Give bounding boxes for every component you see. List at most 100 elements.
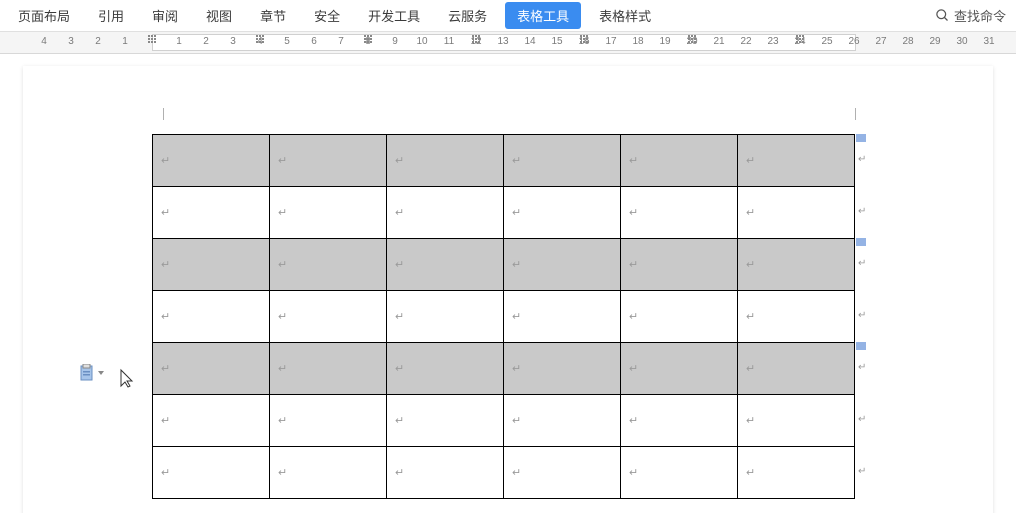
row-select-handle[interactable] [856, 238, 866, 246]
table-cell[interactable]: ↵ [504, 135, 621, 187]
table-cell[interactable]: ↵ [387, 291, 504, 343]
paragraph-mark-icon: ↵ [278, 467, 287, 479]
tab-stop-marker[interactable] [795, 35, 805, 49]
menu-table-tools[interactable]: 表格工具 [505, 2, 581, 29]
menu-cloud[interactable]: 云服务 [434, 0, 501, 31]
table-cell[interactable]: ↵ [153, 187, 270, 239]
menu-review[interactable]: 审阅 [138, 0, 192, 31]
paragraph-mark-icon: ↵ [395, 415, 404, 427]
paste-options-button[interactable] [79, 364, 104, 382]
table-cell[interactable]: ↵ [504, 447, 621, 499]
row-select-handle[interactable] [856, 134, 866, 142]
paragraph-mark-icon: ↵ [629, 311, 638, 323]
menu-page-layout[interactable]: 页面布局 [4, 0, 84, 31]
tab-stop-marker[interactable] [255, 35, 265, 49]
document-table[interactable]: ↵↵↵↵↵↵↵↵↵↵↵↵↵↵↵↵↵↵↵↵↵↵↵↵↵↵↵↵↵↵↵↵↵↵↵↵↵↵↵↵… [152, 134, 855, 499]
table-cell[interactable]: ↵ [738, 187, 855, 239]
paragraph-mark-icon: ↵ [512, 155, 521, 167]
menu-table-style[interactable]: 表格样式 [585, 0, 665, 31]
table-row[interactable]: ↵↵↵↵↵↵ [153, 291, 855, 343]
table-cell[interactable]: ↵ [153, 395, 270, 447]
paragraph-mark-icon: ↵ [746, 207, 755, 219]
table-cell[interactable]: ↵ [153, 343, 270, 395]
table-cell[interactable]: ↵ [504, 187, 621, 239]
table-cell[interactable]: ↵ [621, 395, 738, 447]
paragraph-mark-icon: ↵ [278, 207, 287, 219]
table-cell[interactable]: ↵ [621, 343, 738, 395]
table-cell[interactable]: ↵ [387, 135, 504, 187]
table-cell[interactable]: ↵ [387, 395, 504, 447]
paragraph-mark-icon: ↵ [161, 207, 170, 219]
table-cell[interactable]: ↵ [621, 291, 738, 343]
search-command[interactable]: 查找命令 [935, 6, 1012, 25]
ruler-tick: 7 [338, 36, 344, 47]
tab-stop-marker[interactable] [471, 35, 481, 49]
table-cell[interactable]: ↵ [270, 291, 387, 343]
ruler-tick: 4 [41, 36, 47, 47]
table-cell[interactable]: ↵ [504, 343, 621, 395]
table-cell[interactable]: ↵ [738, 447, 855, 499]
table-cell[interactable]: ↵ [621, 447, 738, 499]
table-cell[interactable]: ↵ [387, 239, 504, 291]
menu-view[interactable]: 视图 [192, 0, 246, 31]
table-cell[interactable]: ↵ [621, 239, 738, 291]
table-cell[interactable]: ↵ [270, 187, 387, 239]
table-cell[interactable]: ↵ [738, 239, 855, 291]
table-cell[interactable]: ↵ [270, 447, 387, 499]
table-cell[interactable]: ↵ [387, 187, 504, 239]
ruler-tick: 17 [605, 36, 616, 47]
row-select-handle[interactable] [856, 342, 866, 350]
menu-references[interactable]: 引用 [84, 0, 138, 31]
table-cell[interactable]: ↵ [504, 395, 621, 447]
table-cell[interactable]: ↵ [738, 395, 855, 447]
table-cell[interactable]: ↵ [153, 239, 270, 291]
table-cell[interactable]: ↵ [621, 187, 738, 239]
table-cell[interactable]: ↵ [738, 291, 855, 343]
paragraph-mark-icon: ↵ [512, 415, 521, 427]
table-cell[interactable]: ↵ [270, 395, 387, 447]
table-cell[interactable]: ↵ [738, 343, 855, 395]
table-row[interactable]: ↵↵↵↵↵↵ [153, 239, 855, 291]
table-row[interactable]: ↵↵↵↵↵↵ [153, 447, 855, 499]
tab-stop-marker[interactable] [579, 35, 589, 49]
table-cell[interactable]: ↵ [621, 135, 738, 187]
table-row[interactable]: ↵↵↵↵↵↵ [153, 395, 855, 447]
table-cell[interactable]: ↵ [153, 291, 270, 343]
tab-stop-marker[interactable] [687, 35, 697, 49]
menu-chapters[interactable]: 章节 [246, 0, 300, 31]
paragraph-mark-icon: ↵ [512, 467, 521, 479]
paragraph-mark-icon: ↵ [629, 363, 638, 375]
table-cell[interactable]: ↵ [153, 135, 270, 187]
ruler-tick: 11 [444, 36, 454, 47]
table-row[interactable]: ↵↵↵↵↵↵ [153, 343, 855, 395]
table-cell[interactable]: ↵ [738, 135, 855, 187]
ruler-tick: 23 [767, 36, 778, 47]
row-end-mark-icon: ↵ [858, 414, 866, 425]
paragraph-mark-icon: ↵ [395, 467, 404, 479]
table-row[interactable]: ↵↵↵↵↵↵ [153, 187, 855, 239]
table-cell[interactable]: ↵ [387, 343, 504, 395]
tab-stop-marker[interactable] [363, 35, 373, 49]
paragraph-mark-icon: ↵ [629, 155, 638, 167]
table-cell[interactable]: ↵ [504, 291, 621, 343]
menu-dev-tools[interactable]: 开发工具 [354, 0, 434, 31]
tab-stop-marker[interactable] [147, 35, 157, 49]
table-cell[interactable]: ↵ [270, 239, 387, 291]
ruler-tick: 1 [176, 36, 182, 47]
table-cell[interactable]: ↵ [270, 135, 387, 187]
table-cell[interactable]: ↵ [153, 447, 270, 499]
document-page[interactable]: ↵↵↵↵↵↵↵↵↵↵↵↵↵↵↵↵↵↵↵↵↵↵↵↵↵↵↵↵↵↵↵↵↵↵↵↵↵↵↵↵… [23, 66, 993, 513]
ruler-tick: 28 [902, 36, 913, 47]
paragraph-mark-icon: ↵ [278, 415, 287, 427]
paragraph-mark-icon: ↵ [161, 259, 170, 271]
table-row[interactable]: ↵↵↵↵↵↵ [153, 135, 855, 187]
menu-security[interactable]: 安全 [300, 0, 354, 31]
ruler-tick: 31 [983, 36, 994, 47]
paragraph-mark-icon: ↵ [161, 155, 170, 167]
table-cell[interactable]: ↵ [504, 239, 621, 291]
ruler-tick: 19 [659, 36, 670, 47]
ruler-tick: 29 [929, 36, 940, 47]
table-cell[interactable]: ↵ [270, 343, 387, 395]
table-cell[interactable]: ↵ [387, 447, 504, 499]
horizontal-ruler[interactable]: 4321123456789101112131415161718192021222… [0, 32, 1016, 54]
